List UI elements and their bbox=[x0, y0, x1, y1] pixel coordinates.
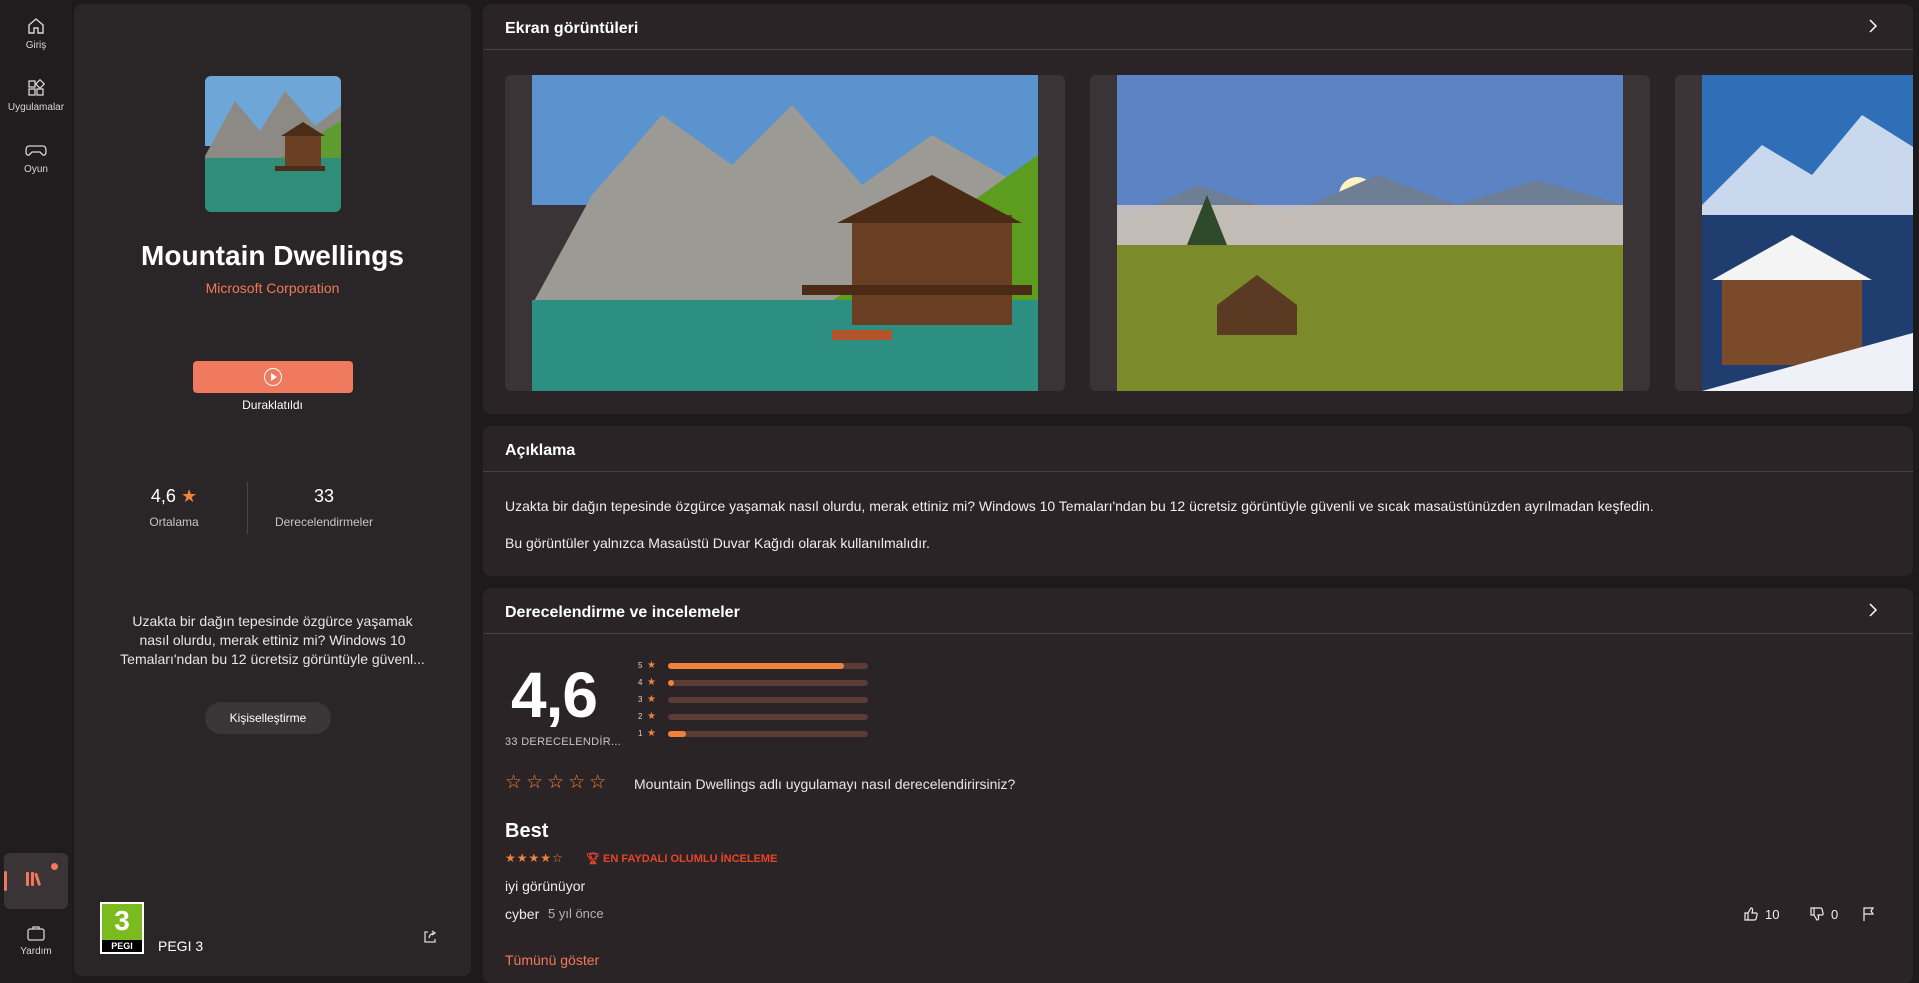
histogram-track bbox=[668, 680, 868, 686]
category-button[interactable]: Kişiselleştirme bbox=[205, 702, 331, 734]
histogram-track bbox=[668, 697, 868, 703]
description-title: Açıklama bbox=[505, 442, 576, 459]
description-paragraph-1: Uzakta bir dağın tepesinde özgürce yaşam… bbox=[505, 498, 1654, 514]
screenshot-2[interactable] bbox=[1090, 75, 1650, 391]
trophy-icon: 🏆︎ bbox=[586, 853, 600, 865]
ratings-header[interactable]: Derecelendirme ve incelemeler bbox=[483, 588, 1913, 634]
pegi-number: 3 bbox=[114, 905, 130, 936]
histogram-star-count: 3 bbox=[638, 695, 643, 704]
description-header: Açıklama bbox=[483, 426, 1913, 472]
nav-home-label: Giriş bbox=[25, 40, 47, 51]
histogram-row-4: 4 ★ bbox=[638, 677, 878, 689]
thumbs-down-icon bbox=[1810, 907, 1824, 921]
histogram-fill bbox=[668, 663, 844, 669]
nav-apps[interactable]: Uygulamalar bbox=[4, 68, 68, 124]
thumbs-up-icon bbox=[1744, 907, 1758, 921]
nav-rail: Giriş Uygulamalar Oyun Yardım bbox=[0, 0, 72, 983]
play-button[interactable] bbox=[193, 361, 353, 393]
ratings-title: Derecelendirme ve incelemeler bbox=[505, 604, 740, 621]
nav-home[interactable]: Giriş bbox=[4, 6, 68, 62]
publisher-link[interactable]: Microsoft Corporation bbox=[74, 280, 471, 296]
average-rating-stat: 4,6 ★ Ortalama bbox=[134, 486, 214, 529]
nav-help-label: Yardım bbox=[20, 946, 52, 957]
app-title: Mountain Dwellings bbox=[141, 240, 404, 271]
nav-apps-label: Uygulamalar bbox=[7, 102, 65, 113]
nav-games-label: Oyun bbox=[24, 164, 48, 175]
histogram-track bbox=[668, 663, 868, 669]
share-icon[interactable] bbox=[422, 929, 438, 945]
ratings-count-stat: 33 Derecelendirmeler bbox=[264, 486, 384, 529]
app-summary-panel: Mountain Dwellings Microsoft Corporation… bbox=[74, 4, 471, 976]
histogram-star-count: 2 bbox=[638, 712, 643, 721]
nav-games[interactable]: Oyun bbox=[4, 130, 68, 186]
histogram-track bbox=[668, 731, 868, 737]
update-badge bbox=[51, 863, 58, 870]
apps-icon bbox=[28, 78, 46, 96]
ratings-section: Derecelendirme ve incelemeler 4,6 33 DER… bbox=[483, 588, 1913, 983]
histogram-row-3: 3 ★ bbox=[638, 694, 878, 706]
screenshots-title: Ekran görüntüleri bbox=[505, 20, 639, 37]
histogram-star-count: 5 bbox=[638, 661, 643, 670]
pegi-brand: PEGI bbox=[102, 940, 142, 952]
ratings-count-label: Derecelendirmeler bbox=[274, 515, 374, 529]
library-icon bbox=[26, 872, 41, 886]
gamepad-icon bbox=[25, 145, 47, 156]
histogram-star-count: 1 bbox=[638, 729, 643, 738]
pegi-badge: 3 PEGI bbox=[100, 902, 144, 954]
like-button[interactable]: 10 bbox=[1743, 906, 1779, 922]
histogram-fill bbox=[668, 680, 674, 686]
report-button[interactable] bbox=[1861, 906, 1877, 922]
big-average-rating: 4,6 bbox=[511, 659, 598, 731]
histogram-row-5: 5 ★ bbox=[638, 660, 878, 672]
star-icon: ★ bbox=[647, 660, 656, 671]
screenshots-header[interactable]: Ekran görüntüleri bbox=[483, 4, 1913, 50]
star-icon: ★ bbox=[180, 486, 198, 506]
histogram-track bbox=[668, 714, 868, 720]
screenshots-section: Ekran görüntüleri bbox=[483, 4, 1913, 414]
review-title: Best bbox=[505, 820, 549, 842]
chevron-right-icon bbox=[1869, 19, 1878, 33]
screenshot-3[interactable] bbox=[1675, 75, 1913, 391]
like-count: 10 bbox=[1765, 906, 1780, 922]
histogram-row-2: 2 ★ bbox=[638, 711, 878, 723]
ratings-count-value: 33 bbox=[313, 486, 335, 506]
nav-library[interactable] bbox=[4, 853, 68, 909]
flag-icon bbox=[1863, 907, 1875, 921]
ratings-count-caption: 33 DERECELENDİR... bbox=[505, 736, 622, 748]
histogram-row-1: 1 ★ bbox=[638, 728, 878, 740]
selection-indicator bbox=[4, 871, 7, 891]
age-rating-label[interactable]: PEGI 3 bbox=[158, 938, 203, 954]
star-icon: ★ bbox=[647, 728, 656, 739]
description-section: Açıklama Uzakta bir dağın tepesinde özgü… bbox=[483, 426, 1913, 576]
histogram-star-count: 4 bbox=[638, 678, 643, 687]
short-description[interactable]: Uzakta bir dağın tepesinde özgürce yaşam… bbox=[116, 612, 429, 669]
briefcase-icon bbox=[27, 926, 45, 941]
rate-stars-input[interactable]: ☆☆☆☆☆ bbox=[505, 771, 610, 794]
rate-prompt: Mountain Dwellings adlı uygulamayı nasıl… bbox=[634, 776, 1016, 792]
star-icon: ★ bbox=[647, 711, 656, 722]
description-paragraph-2: Bu görüntüler yalnızca Masaüstü Duvar Ka… bbox=[505, 535, 930, 551]
show-all-reviews-link[interactable]: Tümünü göster bbox=[505, 952, 599, 968]
histogram-fill bbox=[668, 731, 686, 737]
review-time: 5 yıl önce bbox=[548, 906, 604, 921]
nav-help[interactable]: Yardım bbox=[4, 918, 68, 974]
star-icon: ★ bbox=[647, 677, 656, 688]
dislike-count: 0 bbox=[1831, 906, 1839, 922]
review-author: cyber bbox=[505, 906, 540, 922]
app-icon bbox=[205, 76, 341, 212]
stat-divider bbox=[247, 482, 248, 534]
helpful-review-badge: 🏆︎ EN FAYDALI OLUMLU İNCELEME bbox=[586, 852, 777, 865]
star-icon: ★ bbox=[647, 694, 656, 705]
play-status: Duraklatıldı bbox=[242, 398, 303, 412]
review-stars: ★★★★☆ bbox=[505, 851, 564, 865]
home-icon bbox=[28, 18, 44, 34]
screenshot-1[interactable] bbox=[505, 75, 1065, 391]
average-rating-label: Ortalama bbox=[149, 515, 199, 529]
average-rating-value: 4,6 bbox=[150, 486, 176, 506]
review-body: iyi görünüyor bbox=[505, 878, 586, 894]
dislike-button[interactable]: 0 bbox=[1809, 906, 1838, 922]
play-icon bbox=[264, 368, 282, 386]
chevron-right-icon bbox=[1869, 603, 1878, 617]
helpful-review-badge-text: EN FAYDALI OLUMLU İNCELEME bbox=[603, 853, 778, 865]
